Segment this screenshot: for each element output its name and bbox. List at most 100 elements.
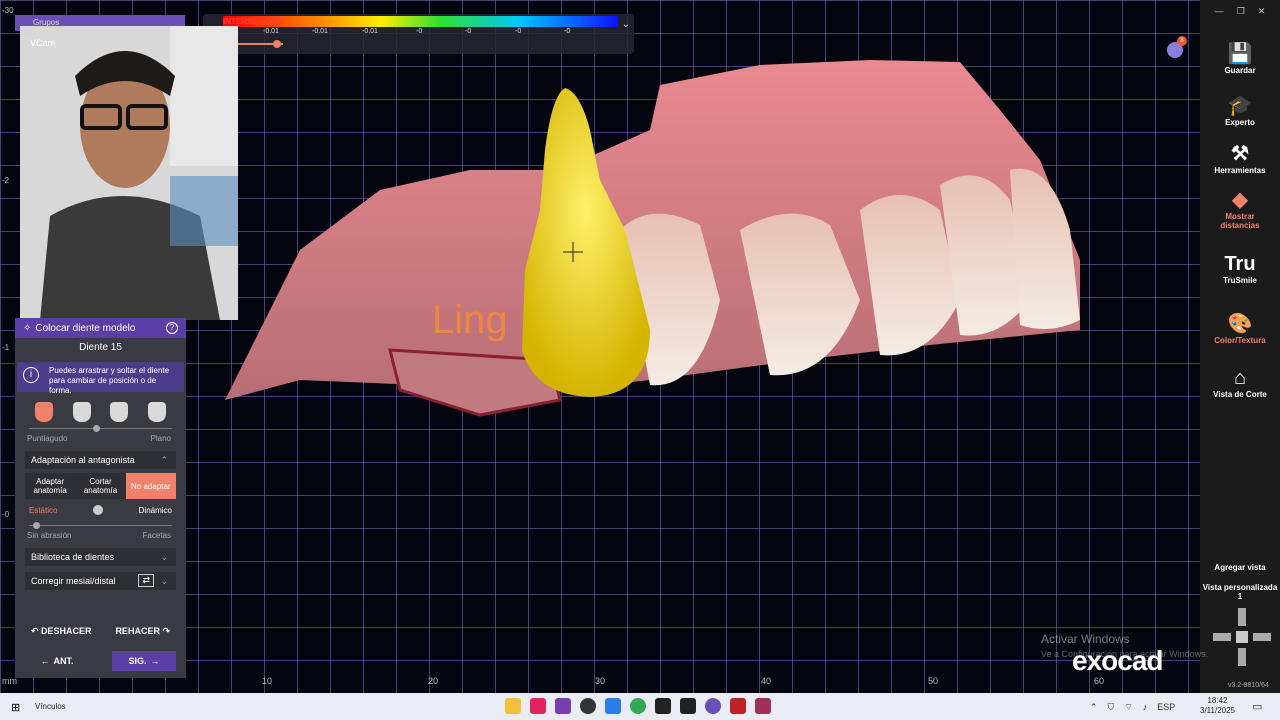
no-adapt-button[interactable]: No adaptar [125, 473, 176, 499]
shield-icon[interactable]: ⛉ [1108, 702, 1115, 713]
tooth-shape-4-button[interactable] [148, 402, 167, 422]
help-icon[interactable]: ? [166, 322, 178, 334]
tooth-library-dropdown[interactable]: Biblioteca de dientes ⌄ [25, 548, 176, 566]
abrasion-slider-labels: Sin abrasión Facetas [15, 531, 186, 540]
navigation-cube-icon[interactable] [1210, 605, 1274, 669]
shape-slider-labels: Puntiagudo Plano [15, 434, 186, 443]
ruler-tick: -1 [2, 343, 10, 352]
ruler-tick: 40 [761, 676, 772, 686]
abrasion-slider[interactable] [29, 521, 172, 531]
trusmile-tool[interactable]: Tru TruSmile [1200, 252, 1280, 285]
undo-button[interactable]: ↶ DESHACER [31, 626, 92, 637]
tooth-shape-1-button[interactable] [34, 402, 53, 422]
distance-icon: ◆ [1232, 189, 1248, 211]
custom-view-button[interactable]: Vista personalizada 1 [1200, 583, 1280, 601]
tool-label: Guardar [1224, 66, 1256, 75]
cut-view-icon: ⌂ [1233, 367, 1247, 389]
undo-redo-row: ↶ DESHACER REHACER ↷ [15, 626, 186, 637]
adaptation-options: Adaptar anatomía Cortar anatomía No adap… [25, 473, 176, 499]
restore-icon[interactable]: ❐ [1237, 6, 1245, 17]
obs-icon[interactable] [580, 698, 596, 714]
chevron-down-icon[interactable]: ⌄ [622, 19, 630, 30]
nav-row: ← ANT. SIG. → [15, 651, 186, 671]
adapt-anatomy-button[interactable]: Adaptar anatomía [25, 473, 75, 499]
cad-icon[interactable] [755, 698, 771, 714]
show-distances-tool[interactable]: ◆ Mostrar distancias [1200, 188, 1280, 230]
tooth-shape-3-button[interactable] [110, 402, 129, 422]
chrome-icon[interactable] [630, 698, 646, 714]
outlook-icon[interactable] [605, 698, 621, 714]
tool-label: Vista de Corte [1213, 390, 1267, 399]
tool-label: Mostrar distancias [1220, 212, 1260, 230]
vpn-2-icon[interactable] [680, 698, 696, 714]
vpn-icon[interactable] [655, 698, 671, 714]
tool-label: Color/Textura [1214, 336, 1266, 345]
tool-label: Herramientas [1214, 166, 1266, 175]
ruler-tick: 30 [595, 676, 606, 686]
tooth-library-label: Biblioteca de dientes [31, 552, 115, 562]
next-label: SIG. [128, 656, 147, 666]
exocad-icon[interactable] [555, 698, 571, 714]
colorbar-tick: -0.01 [263, 28, 279, 35]
minimize-icon[interactable]: — [1215, 6, 1224, 17]
tiktok-icon[interactable] [530, 698, 546, 714]
wifi-icon[interactable]: ⌔ [1124, 702, 1132, 713]
file-explorer-icon[interactable] [505, 698, 521, 714]
redo-button[interactable]: REHACER ↷ [115, 626, 170, 637]
notifications-icon[interactable]: ▭ [1252, 700, 1262, 713]
right-toolbar: — ❐ ✕ 💾 Guardar 🎓 Experto ⚒ Herramientas ◆ M… [1200, 0, 1280, 693]
static-dynamic-toggle[interactable]: Estático Dinámico [29, 505, 172, 515]
media-icon[interactable] [730, 698, 746, 714]
expert-tool[interactable]: 🎓 Experto [1200, 94, 1280, 127]
chevron-up-icon[interactable]: ⌃ [1090, 702, 1098, 713]
ruler-tick: -0 [2, 510, 10, 519]
info-box: i Puedes arrastrar y soltar el diente pa… [17, 362, 184, 395]
slider-left-label: Puntiagudo [27, 434, 68, 443]
notification-bell-icon[interactable]: 8 [1167, 36, 1187, 58]
links-label[interactable]: Vínculos [35, 702, 66, 711]
clock-time: 18:42 [1207, 696, 1228, 705]
palette-icon: 🎨 [1227, 313, 1253, 335]
tooth-shape-selector [15, 394, 186, 424]
window-controls: — ❐ ✕ [1200, 0, 1280, 23]
version-label: v3.2-8810/64 [1228, 682, 1269, 689]
info-text: Puedes arrastrar y soltar el diente para… [49, 366, 170, 395]
panel-header: ✧ Colocar diente modelo ? [15, 318, 186, 338]
taskbar-clock[interactable]: 18:42 3/11/2025 [1200, 696, 1235, 716]
swap-icon[interactable]: ⇄ [138, 574, 154, 587]
color-texture-tool[interactable]: 🎨 Color/Textura [1200, 312, 1280, 345]
colorbar-tick: -0 [416, 28, 423, 35]
close-icon[interactable]: ✕ [1258, 6, 1266, 17]
mesial-distal-label: Corregir mesial/distal [31, 576, 116, 586]
tool-label: Experto [1225, 118, 1255, 127]
cut-anatomy-button[interactable]: Cortar anatomía [75, 473, 125, 499]
intersection-colorbar[interactable]: INTERSECCIÓN 01 -0.01 -0.01 -0.01 -0 -0 … [203, 14, 634, 54]
tools-tool[interactable]: ⚒ Herramientas [1200, 142, 1280, 175]
webcam-label: VCam [30, 38, 55, 48]
tooth-shape-2-button[interactable] [72, 402, 91, 422]
shape-slider[interactable] [29, 424, 172, 434]
next-button[interactable]: SIG. → [112, 651, 176, 671]
colorbar-tick: -0.01 [312, 28, 328, 35]
exocad-logo: exocad [1072, 645, 1163, 676]
static-label: Estático [29, 505, 58, 515]
adaptation-section-header[interactable]: Adaptación al antagonista ⌃ [25, 451, 176, 469]
language-label[interactable]: ESP [1157, 702, 1175, 713]
prev-button[interactable]: ← ANT. [25, 651, 89, 671]
colorbar-label: INTERSECCIÓN [223, 17, 284, 26]
windows-start-icon[interactable]: ⊞ [11, 701, 20, 714]
chevron-down-icon: ⌄ [160, 576, 168, 586]
add-view-button[interactable]: Agregar vista [1200, 563, 1280, 572]
bottom-ruler: mm 10 20 30 40 50 60 [0, 676, 1200, 693]
tooth-name: Diente 15 [79, 342, 122, 353]
colorbar-tick: -0 [515, 28, 522, 35]
mesial-distal-row[interactable]: Corregir mesial/distal ⇄ ⌄ [25, 572, 176, 590]
volume-icon[interactable]: ♪ [1143, 702, 1148, 713]
notification-badge: 8 [1177, 36, 1187, 46]
toggle-knob[interactable] [93, 505, 104, 515]
save-tool[interactable]: 💾 Guardar [1200, 42, 1280, 75]
ruler-tick: 10 [262, 676, 273, 686]
cut-view-tool[interactable]: ⌂ Vista de Corte [1200, 366, 1280, 399]
threshold-slider-knob[interactable] [273, 40, 281, 48]
app-icon[interactable] [705, 698, 721, 714]
